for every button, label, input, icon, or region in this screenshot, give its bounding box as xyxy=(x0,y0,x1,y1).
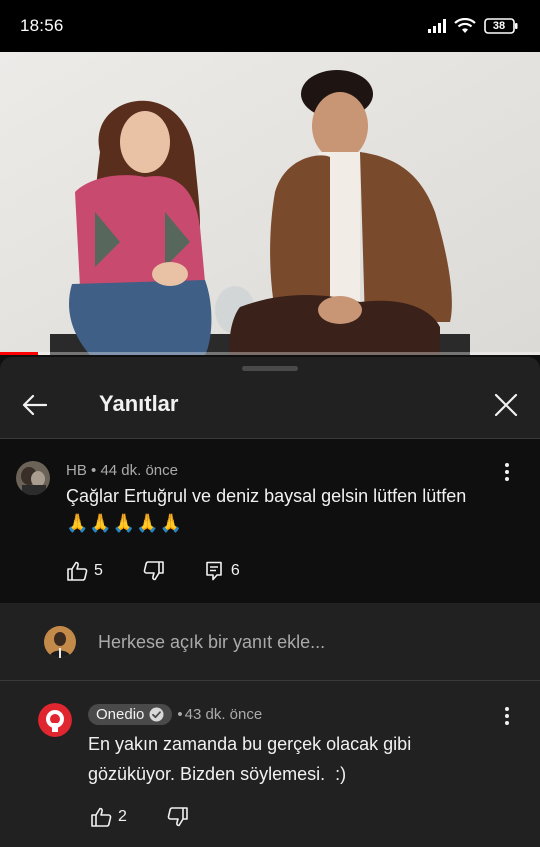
video-progress-fill xyxy=(0,352,38,355)
drag-handle[interactable] xyxy=(242,366,298,371)
comment-author[interactable]: HB xyxy=(66,462,87,479)
video-progress-bar[interactable] xyxy=(0,352,540,355)
reply-actions: 2 xyxy=(90,807,189,827)
video-frame xyxy=(0,52,540,355)
comment-text: Çağlar Ertuğrul ve deniz baysal gelsin l… xyxy=(66,483,516,537)
parent-comment: HB • 44 dk. önce Çağlar Ertuğrul ve deni… xyxy=(0,439,540,603)
status-time: 18:56 xyxy=(20,16,64,35)
arrow-left-icon xyxy=(22,394,47,416)
verified-icon xyxy=(149,707,164,722)
comment-text-line: Çağlar Ertuğrul ve deniz baysal gelsin l… xyxy=(66,486,467,506)
sheet-header: Yanıtlar xyxy=(0,375,540,437)
thumb-up-icon xyxy=(91,807,112,827)
reply-dislike-button[interactable] xyxy=(167,807,189,827)
reply-like-button[interactable]: 2 xyxy=(90,807,127,827)
reply-input-row xyxy=(0,603,540,681)
sheet-title: Yanıtlar xyxy=(99,391,179,416)
reply-text-line: gözüküyor. Bizden söylemesi. :) xyxy=(88,764,347,784)
comment-more-button[interactable] xyxy=(495,460,519,484)
battery-level: 38 xyxy=(492,20,506,32)
comment-emoji: 🙏🙏🙏🙏🙏 xyxy=(66,513,184,534)
reply-count: 6 xyxy=(230,562,240,579)
onedio-avatar[interactable] xyxy=(38,703,72,737)
channel-chip[interactable]: Onedio xyxy=(88,704,173,725)
back-button[interactable] xyxy=(16,387,52,423)
replies-sheet: Yanıtlar HB • 44 dk. önce Çağlar Ertuğru… xyxy=(0,357,540,847)
thumb-down-icon xyxy=(167,807,188,827)
user-avatar xyxy=(44,626,76,658)
like-count: 5 xyxy=(94,562,103,579)
battery-icon: 38 xyxy=(484,18,518,34)
avatar[interactable] xyxy=(16,461,50,495)
comment-meta: HB • 44 dk. önce xyxy=(66,462,178,479)
reply-meta: Onedio • 43 dk. önce xyxy=(88,704,262,725)
reply-input[interactable] xyxy=(98,627,498,657)
thumb-down-icon xyxy=(143,561,164,581)
thumb-up-icon xyxy=(67,561,88,581)
reply-author: Onedio xyxy=(96,706,145,723)
comment-actions: 5 6 xyxy=(66,561,240,581)
reply-like-count: 2 xyxy=(118,808,127,825)
video-player[interactable] xyxy=(0,52,540,355)
reply-text: En yakın zamanda bu gerçek olacak gibi g… xyxy=(88,729,508,789)
like-button[interactable]: 5 xyxy=(66,561,103,581)
status-bar: 18:56 38 xyxy=(0,0,540,52)
reply-text-line: En yakın zamanda bu gerçek olacak gibi xyxy=(88,734,412,754)
close-icon xyxy=(494,393,518,417)
wifi-icon xyxy=(454,18,476,34)
status-icons: 38 xyxy=(428,18,518,34)
replies-button[interactable]: 6 xyxy=(205,561,240,581)
meta-separator: • xyxy=(177,706,183,723)
reply-more-button[interactable] xyxy=(495,704,519,728)
comment-icon xyxy=(206,561,222,581)
close-button[interactable] xyxy=(488,387,524,423)
comment-time: 44 dk. önce xyxy=(100,462,178,479)
signal-icon xyxy=(428,19,446,33)
dislike-button[interactable] xyxy=(143,561,165,581)
reply-time: 43 dk. önce xyxy=(184,706,263,723)
